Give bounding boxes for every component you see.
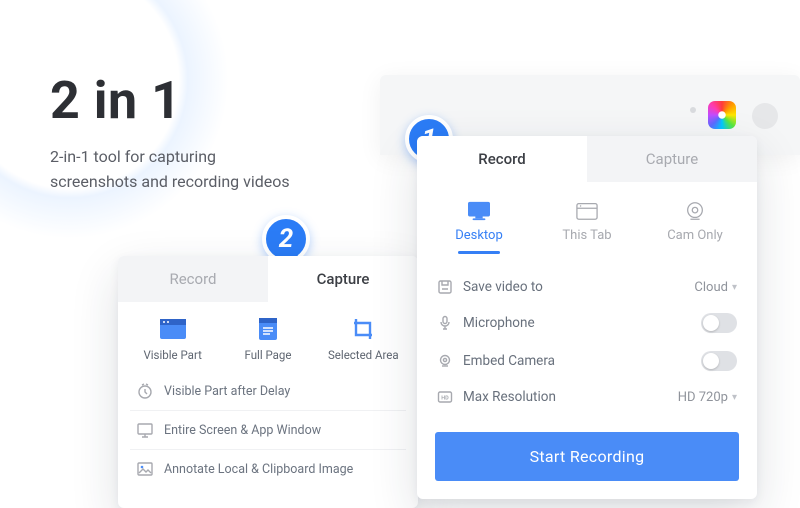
mode-selected-area[interactable]: Selected Area xyxy=(319,316,408,362)
tab-icon xyxy=(573,200,601,222)
save-to-value[interactable]: Cloud▾ xyxy=(694,280,737,295)
page-scroll-icon xyxy=(253,316,283,342)
window-icon xyxy=(158,316,188,342)
mode-visible-part[interactable]: Visible Part xyxy=(128,316,217,362)
hd-icon: HD xyxy=(437,389,453,405)
mode-this-tab[interactable]: This Tab xyxy=(533,200,641,254)
camera-icon xyxy=(437,353,453,369)
mode-full-page[interactable]: Full Page xyxy=(223,316,312,362)
row-embed-camera: Embed Camera xyxy=(437,342,737,380)
image-icon xyxy=(136,460,154,478)
tab-capture[interactable]: Capture xyxy=(587,136,757,182)
microphone-icon xyxy=(437,315,453,331)
start-recording-button[interactable]: Start Recording xyxy=(435,432,739,481)
extension-app-icon[interactable] xyxy=(708,101,736,129)
record-tabs: Record Capture xyxy=(417,136,757,182)
webcam-icon xyxy=(681,200,709,222)
row-max-resolution[interactable]: HD Max Resolution HD 720p▾ xyxy=(437,380,737,414)
row-save-to[interactable]: Save video to Cloud▾ xyxy=(437,270,737,304)
embed-camera-toggle[interactable] xyxy=(701,351,737,371)
capture-tabs: Record Capture xyxy=(118,256,418,302)
desktop-icon xyxy=(465,200,493,222)
record-modes: Desktop This Tab Cam Only xyxy=(417,182,757,264)
tab-record[interactable]: Record xyxy=(118,256,268,302)
option-annotate[interactable]: Annotate Local & Clipboard Image xyxy=(130,449,406,488)
capture-modes: Visible Part Full Page Selected Area xyxy=(118,302,418,368)
tab-capture[interactable]: Capture xyxy=(268,256,418,302)
hero: 2 in 1 2-in-1 tool for capturing screens… xyxy=(50,70,290,195)
svg-text:HD: HD xyxy=(441,396,449,402)
capture-options: Visible Part after Delay Entire Screen &… xyxy=(118,368,418,508)
mode-desktop[interactable]: Desktop xyxy=(425,200,533,254)
mode-cam-only[interactable]: Cam Only xyxy=(641,200,749,254)
decor-dot xyxy=(690,107,696,113)
row-microphone: Microphone xyxy=(437,304,737,342)
chevron-down-icon: ▾ xyxy=(732,282,737,293)
record-panel: Record Capture Desktop This Tab Cam Only… xyxy=(417,136,757,499)
save-icon xyxy=(437,279,453,295)
monitor-icon xyxy=(136,421,154,439)
option-entire-screen[interactable]: Entire Screen & App Window xyxy=(130,410,406,449)
capture-panel: Record Capture Visible Part Full Page Se… xyxy=(118,256,418,508)
tab-record[interactable]: Record xyxy=(417,136,587,182)
chevron-down-icon: ▾ xyxy=(732,392,737,403)
hero-subtitle: 2-in-1 tool for capturing screenshots an… xyxy=(50,145,290,195)
microphone-toggle[interactable] xyxy=(701,313,737,333)
record-settings: Save video to Cloud▾ Microphone Embed Ca… xyxy=(417,264,757,428)
avatar-placeholder xyxy=(752,103,778,129)
crop-icon xyxy=(348,316,378,342)
max-res-value[interactable]: HD 720p▾ xyxy=(678,390,737,405)
hero-title: 2 in 1 xyxy=(50,70,290,131)
clock-icon xyxy=(136,382,154,400)
active-underline xyxy=(458,251,500,254)
frame-decor xyxy=(690,107,696,113)
option-visible-delay[interactable]: Visible Part after Delay xyxy=(130,372,406,410)
